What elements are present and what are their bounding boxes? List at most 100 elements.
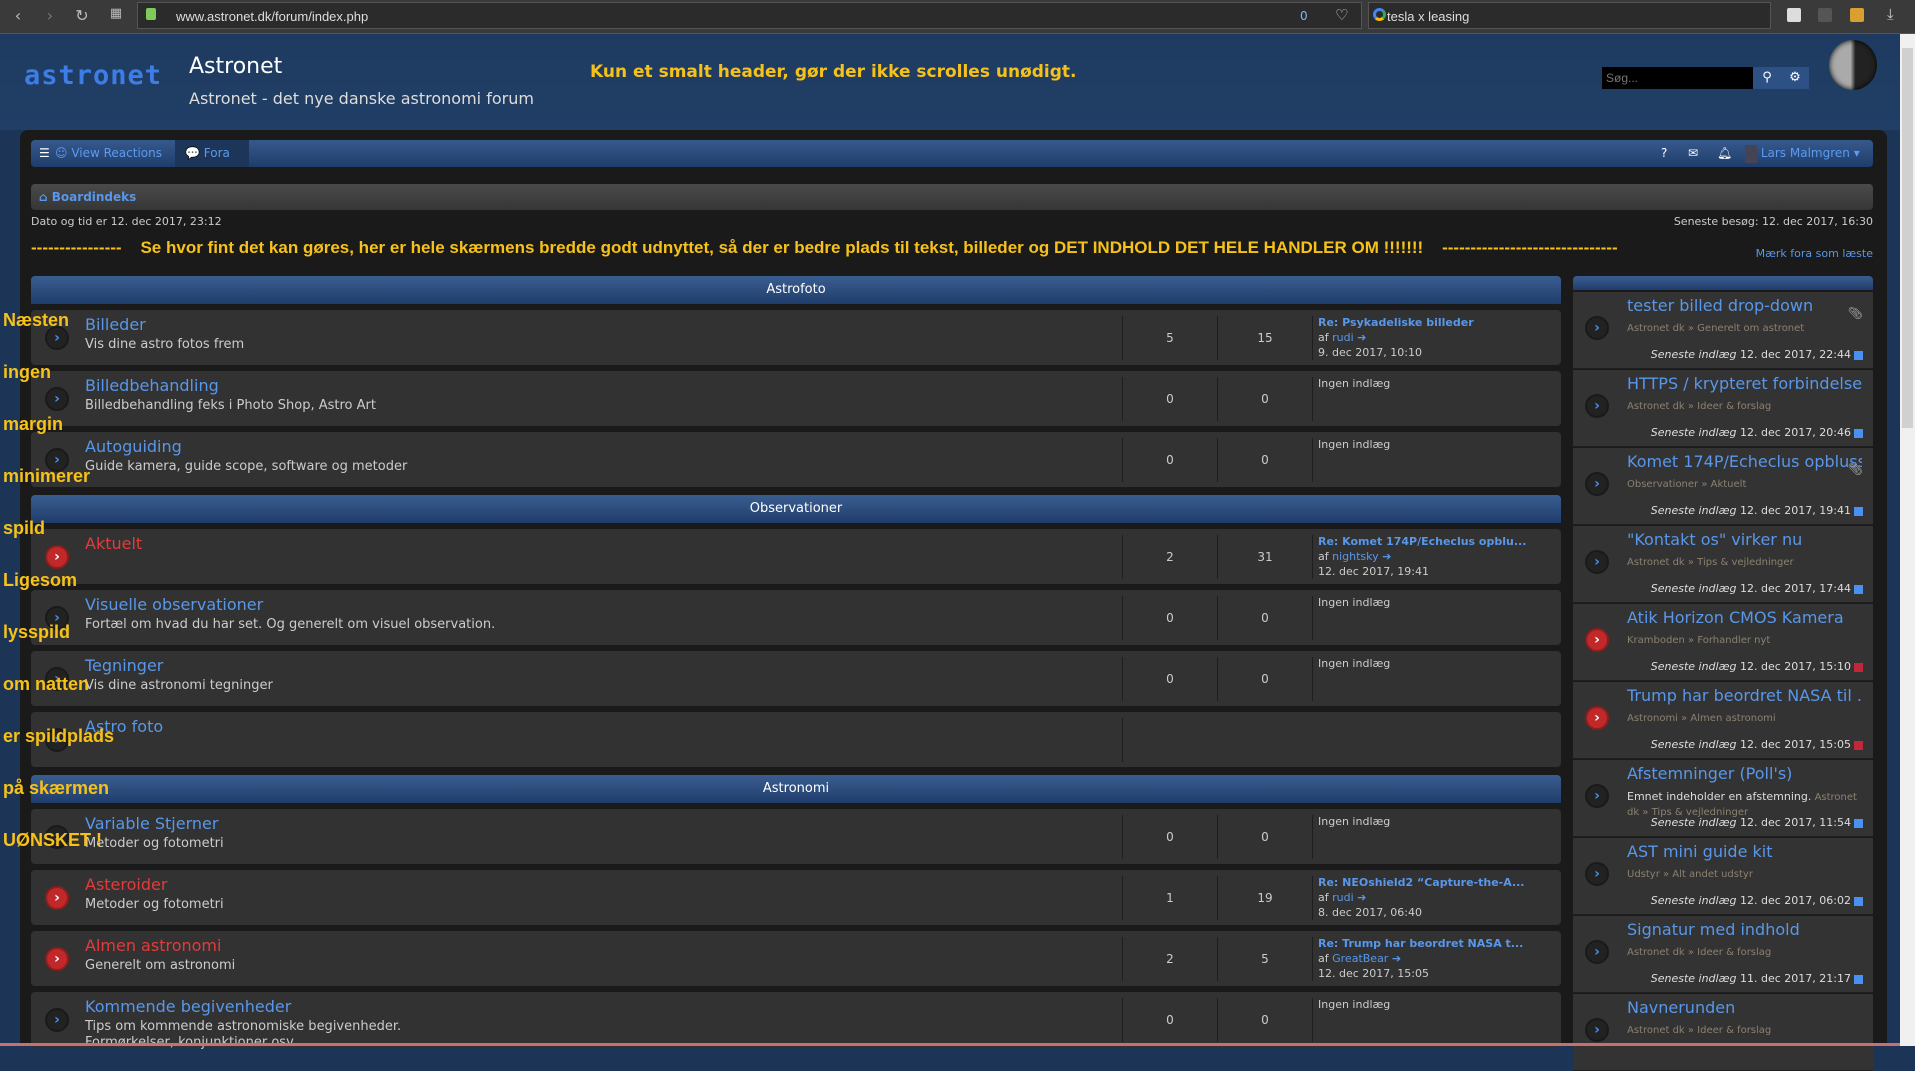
jump-to-post-icon[interactable] (1854, 896, 1863, 906)
scrollbar-thumb[interactable] (1902, 48, 1913, 428)
recent-topic-title[interactable]: Trump har beordret NASA til ... (1627, 686, 1862, 705)
forum-path-link[interactable]: Astronomi » Almen astronomi (1627, 713, 1776, 724)
forum-path-link[interactable]: Astronet dk » Generelt om astronet (1627, 323, 1804, 334)
recent-topic-title[interactable]: Navnerunden (1627, 998, 1862, 1017)
jump-to-post-icon[interactable] (1854, 662, 1863, 672)
goto-post-icon[interactable]: ➔ (1354, 331, 1366, 344)
forum-path-link[interactable]: Astronet dk » Ideer & forslag (1627, 947, 1771, 958)
extension-icon[interactable] (1850, 8, 1864, 22)
topic-forum-path: Astronet dk » Tips & vejledninger (1627, 555, 1867, 570)
last-post-author[interactable]: rudi (1332, 331, 1354, 344)
forum-title-link[interactable]: Asteroider (85, 875, 167, 894)
search-button[interactable]: ⚲ (1753, 67, 1781, 89)
recent-topic-title[interactable]: "Kontakt os" virker nu (1627, 530, 1862, 549)
inbox-icon[interactable]: ✉ (1688, 140, 1698, 167)
tracker-badge[interactable]: 0 (1300, 9, 1308, 23)
goto-post-icon[interactable]: ➔ (1354, 891, 1366, 904)
google-icon (1373, 8, 1386, 21)
fora-link[interactable]: 💬 Fora (175, 140, 249, 167)
forum-path-link[interactable]: Astronet dk » Tips & vejledninger (1627, 557, 1794, 568)
reload-icon[interactable]: ↻ (72, 6, 92, 25)
heart-icon[interactable]: ♡ (1335, 6, 1348, 24)
bell-icon[interactable]: 🔔︎ (1717, 140, 1732, 167)
recent-topic-title[interactable]: Afstemninger (Poll's) (1627, 764, 1862, 783)
forum-path-link[interactable]: Udstyr » Alt andet udstyr (1627, 869, 1753, 880)
forum-title-link[interactable]: Almen astronomi (85, 936, 221, 955)
help-icon[interactable]: ? (1661, 140, 1667, 167)
forum-description: Metoder og fotometri (85, 897, 224, 912)
margin-annotation: på skærmen (3, 778, 110, 798)
avatar (1745, 144, 1757, 163)
posts-count: 15 (1217, 316, 1312, 360)
jump-to-post-icon[interactable] (1854, 740, 1863, 750)
site-description: Astronet - det nye danske astronomi foru… (189, 89, 534, 108)
recent-topic-title[interactable]: HTTPS / krypteret forbindelse (1627, 374, 1862, 393)
user-menu[interactable]: Lars Malmgren ▾ (1745, 140, 1860, 167)
last-post: Ingen indlæg (1318, 376, 1390, 391)
recent-topic-title[interactable]: AST mini guide kit (1627, 842, 1862, 861)
forum-title-link[interactable]: Kommende begivenheder (85, 997, 291, 1016)
advanced-search-button[interactable]: ⚙ (1781, 67, 1809, 89)
goto-post-icon[interactable]: ➔ (1388, 952, 1401, 965)
category-header[interactable]: Astrofoto (31, 276, 1561, 304)
topic-forum-path: Astronet dk » Ideer & forslag (1627, 399, 1867, 414)
forum-description: Vis dine astro fotos frem (85, 337, 245, 352)
topic-read-icon: › (1585, 472, 1609, 496)
category-header[interactable]: Observationer (31, 495, 1561, 523)
posts-count: 0 (1217, 998, 1312, 1042)
jump-to-post-icon[interactable] (1854, 584, 1863, 594)
forum-path-link[interactable]: Astronet dk » Ideer & forslag (1627, 401, 1771, 412)
topics-count: 5 (1122, 316, 1217, 360)
recent-topic-item: › Navnerunden Astronet dk » Ideer & forsla… (1573, 994, 1873, 1071)
site-logo[interactable]: astronet (24, 60, 162, 91)
last-post-title[interactable]: Re: Komet 174P/Echeclus opblu... (1318, 534, 1526, 549)
forum-read-icon: › (45, 1008, 69, 1032)
recent-topic-title[interactable]: Komet 174P/Echeclus opbluss... (1627, 452, 1862, 471)
jump-to-post-icon[interactable] (1854, 350, 1863, 360)
forum-path-link[interactable]: Astronet dk » Ideer & forslag (1627, 1025, 1771, 1036)
browser-search[interactable]: tesla x leasing (1368, 2, 1771, 29)
mark-read-link[interactable]: Mærk fora som læste (1756, 247, 1873, 260)
extension-icon[interactable] (1818, 8, 1832, 22)
url-bar[interactable]: www.astronet.dk/forum/index.php (137, 2, 1362, 29)
forum-title-link[interactable]: Billedbehandling (85, 376, 219, 395)
view-reactions-link[interactable]: ☺ View Reactions (55, 140, 162, 167)
forum-title-link[interactable]: Billeder (85, 315, 146, 334)
forum-title-link[interactable]: Tegninger (85, 656, 163, 675)
extension-icon[interactable] (1787, 8, 1801, 22)
forum-path-link[interactable]: Kramboden » Forhandler nyt (1627, 635, 1770, 646)
last-post-title[interactable]: Re: Psykadeliske billeder (1318, 315, 1474, 330)
goto-post-icon[interactable]: ➔ (1379, 550, 1391, 563)
forum-row: › Asteroider Metoder og fotometri 1 19 Re: NE… (31, 870, 1561, 925)
breadcrumb-home[interactable]: ⌂ Boardindeks (39, 190, 136, 204)
back-icon[interactable]: ‹ (8, 6, 28, 25)
category-header[interactable]: Astronomi (31, 775, 1561, 803)
search-input[interactable] (1602, 67, 1754, 89)
recent-topic-title[interactable]: Signatur med indhold (1627, 920, 1862, 939)
last-post: Ingen indlæg (1318, 595, 1390, 610)
forum-title-link[interactable]: Autoguiding (85, 437, 182, 456)
download-icon[interactable]: ⤓ (1887, 5, 1894, 23)
last-post-title[interactable]: Re: Trump har beordret NASA t... (1318, 936, 1523, 951)
topics-count: 0 (1122, 815, 1217, 859)
jump-to-post-icon[interactable] (1854, 506, 1863, 516)
column-divider (1312, 937, 1313, 981)
recent-topic-title[interactable]: tester billed drop-down (1627, 296, 1862, 315)
grid-icon[interactable]: ▦ (106, 6, 126, 21)
jump-to-post-icon[interactable] (1854, 818, 1863, 828)
forum-path-link[interactable]: Observationer » Aktuelt (1627, 479, 1746, 490)
topics-count: 0 (1122, 377, 1217, 421)
jump-to-post-icon[interactable] (1854, 428, 1863, 438)
last-post-author[interactable]: nightsky (1332, 550, 1379, 563)
forum-title-link[interactable]: Variable Stjerner (85, 814, 218, 833)
last-post: Re: NEOshield2 “Capture-the-A... af rudi … (1318, 875, 1524, 920)
last-post-title[interactable]: Re: NEOshield2 “Capture-the-A... (1318, 875, 1524, 890)
forum-title-link[interactable]: Visuelle observationer (85, 595, 263, 614)
jump-to-post-icon[interactable] (1854, 974, 1863, 984)
last-post-author[interactable]: GreatBear (1332, 952, 1388, 965)
forward-icon[interactable]: › (40, 6, 60, 25)
last-post-author[interactable]: rudi (1332, 891, 1354, 904)
column-divider (1312, 815, 1313, 859)
forum-title-link[interactable]: Aktuelt (85, 534, 142, 553)
recent-topic-title[interactable]: Atik Horizon CMOS Kamera (1627, 608, 1862, 627)
